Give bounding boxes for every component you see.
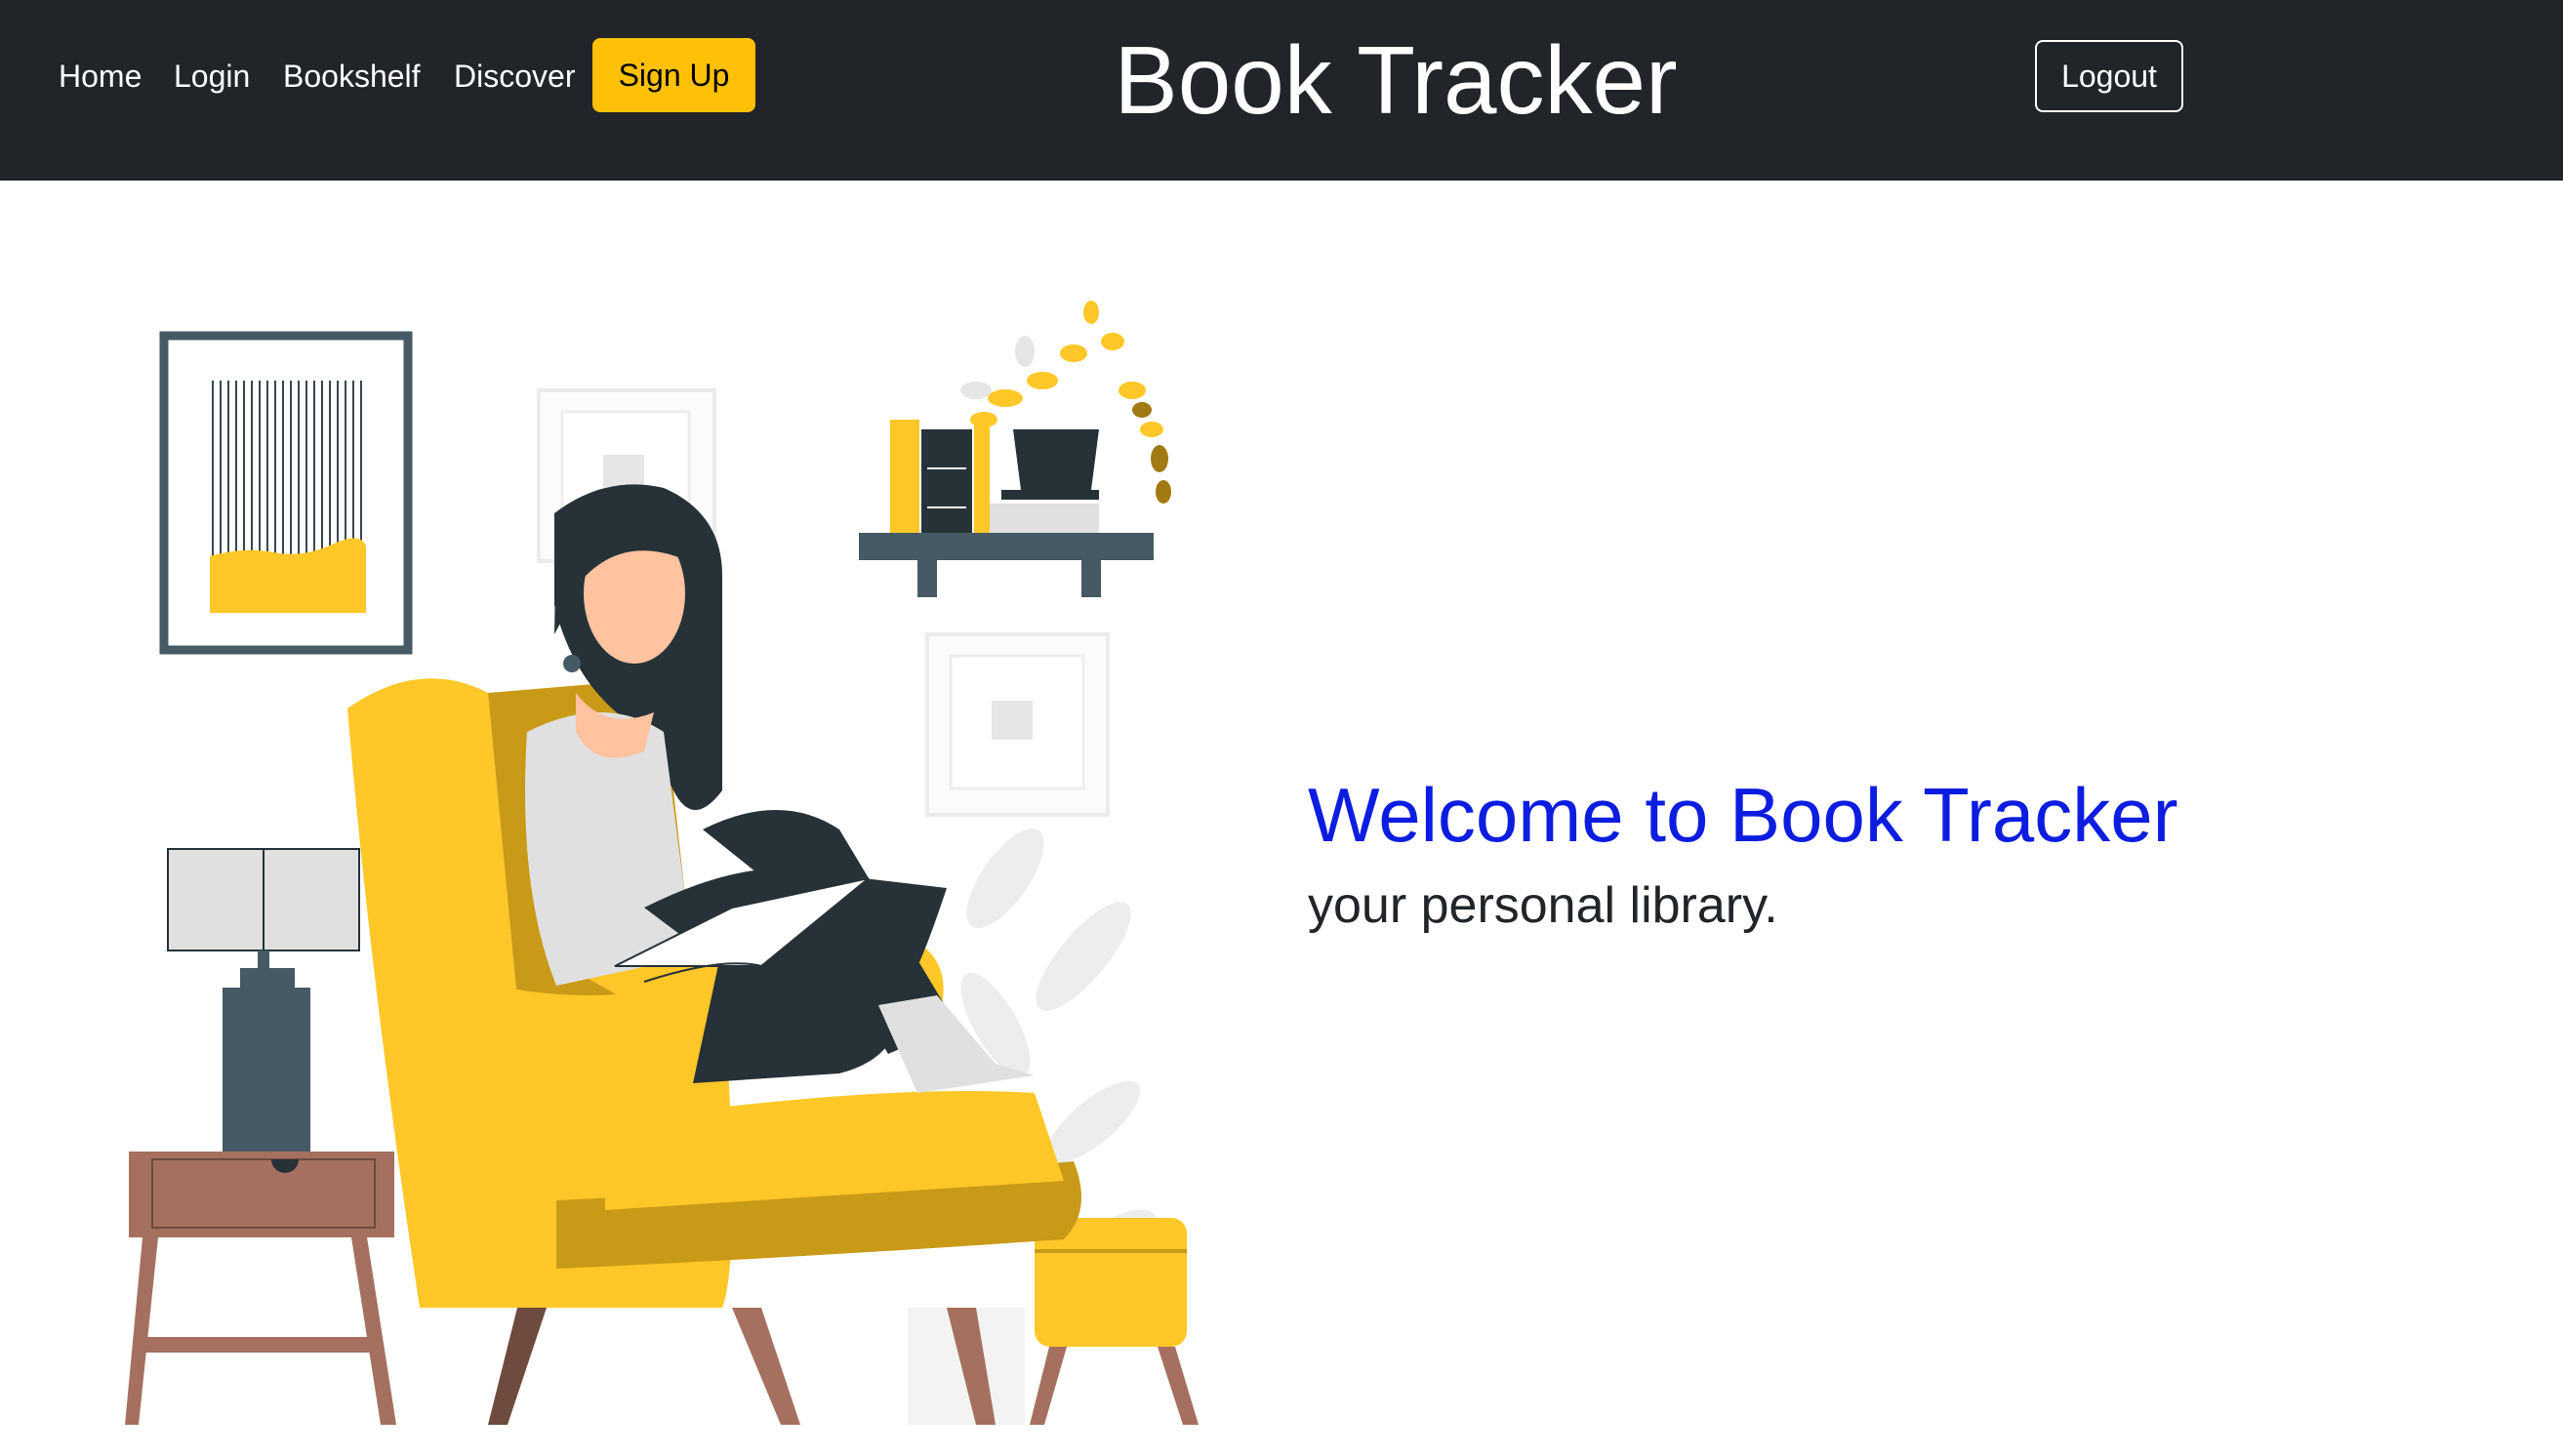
welcome-subtitle: your personal library.: [1308, 877, 1778, 934]
nav-link-bookshelf[interactable]: Bookshelf: [283, 55, 421, 99]
welcome-heading: Welcome to Book Tracker: [1308, 772, 2178, 858]
empty-frame-middle: [925, 632, 1110, 817]
navbar: Home Login Bookshelf Discover Sign Up Bo…: [0, 0, 2563, 181]
nav-link-login[interactable]: Login: [174, 55, 250, 99]
wall-art-frame: [159, 331, 413, 655]
nav-link-home[interactable]: Home: [59, 55, 142, 99]
signup-button[interactable]: Sign Up: [592, 38, 755, 112]
nav-link-discover[interactable]: Discover: [454, 55, 575, 99]
side-table-with-lamp: [125, 848, 396, 1425]
logout-button[interactable]: Logout: [2035, 40, 2183, 112]
woman-reading-illustration: [125, 301, 1199, 1425]
wall-shelf: [859, 301, 1171, 597]
brand-title[interactable]: Book Tracker: [1025, 27, 1767, 133]
footstool: [1030, 1218, 1199, 1425]
